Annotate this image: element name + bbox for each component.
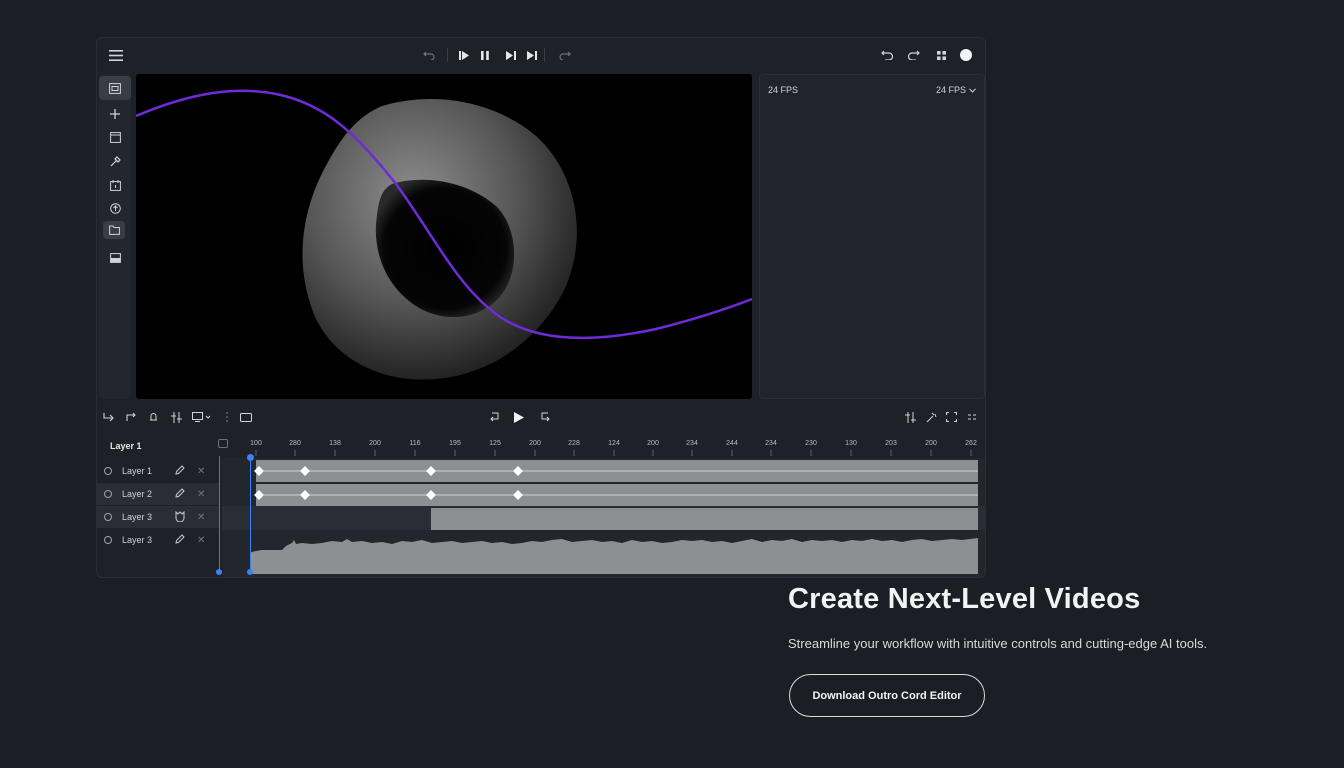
layers-scroll-handle[interactable] — [216, 569, 222, 575]
hero-subtitle: Streamline your workflow with intuitive … — [788, 636, 1208, 651]
close-icon[interactable]: ✕ — [197, 535, 205, 546]
add-icon[interactable] — [99, 102, 131, 126]
mask-icon[interactable] — [175, 510, 189, 524]
hero-title: Create Next-Level Videos — [788, 583, 1141, 615]
collapse-icon[interactable] — [964, 409, 980, 425]
keyframe-lines — [250, 470, 978, 574]
forward-icon[interactable] — [537, 409, 553, 425]
menu-icon[interactable] — [107, 47, 125, 63]
trim-icon[interactable] — [101, 409, 117, 425]
layer-name: Layer 1 — [122, 466, 153, 476]
equalizer-icon[interactable] — [902, 409, 918, 425]
playhead[interactable] — [250, 456, 251, 572]
eyedropper-icon[interactable] — [99, 149, 131, 173]
preview-scene — [136, 89, 752, 380]
layer-name: Layer 3 — [122, 512, 153, 522]
media-icon[interactable] — [99, 125, 131, 149]
screen-dropdown-icon[interactable] — [190, 409, 214, 425]
visibility-icon[interactable] — [104, 490, 112, 498]
edit-pencil-icon[interactable] — [175, 488, 189, 500]
loop-icon[interactable] — [123, 409, 139, 425]
record-dot-icon[interactable] — [958, 47, 974, 63]
layout-icon[interactable] — [99, 246, 131, 270]
skip-forward-icon[interactable] — [503, 47, 519, 63]
grid-icon[interactable] — [933, 47, 949, 63]
timeline-toolbar — [97, 404, 985, 432]
redo-icon[interactable] — [557, 47, 573, 63]
divider — [447, 48, 448, 62]
pause-icon[interactable] — [477, 47, 493, 63]
undo-icon[interactable] — [879, 47, 895, 63]
playhead-bottom-handle[interactable] — [247, 569, 253, 575]
timeline[interactable]: 100 280 138 200 116 195 125 200 228 124 … — [216, 436, 985, 577]
top-toolbar — [97, 38, 985, 72]
fps-label: 24 FPS — [768, 85, 799, 95]
magic-wand-icon[interactable] — [923, 409, 939, 425]
more-vertical-icon[interactable] — [223, 409, 231, 425]
play-icon[interactable] — [511, 408, 527, 426]
visibility-icon[interactable] — [104, 467, 112, 475]
calendar-clip-icon[interactable] — [99, 173, 131, 197]
visibility-icon[interactable] — [104, 513, 112, 521]
layer-row[interactable]: Layer 3 ✕ — [97, 506, 219, 528]
visibility-icon[interactable] — [104, 536, 112, 544]
layer-name: Layer 2 — [122, 489, 153, 499]
layer-row[interactable]: Layer 1 ✕ — [97, 460, 219, 482]
video-editor-window: 24 FPS 24 FPS Layer 1 Layer 1 ✕ Layer 2 … — [96, 37, 986, 578]
fullscreen-icon[interactable] — [943, 409, 959, 425]
undo-icon[interactable] — [421, 47, 437, 63]
layer-name: Layer 3 — [122, 535, 153, 545]
rewind-icon[interactable] — [486, 409, 502, 425]
fps-dropdown[interactable]: 24 FPS — [936, 85, 976, 95]
properties-panel: 24 FPS 24 FPS — [759, 74, 985, 399]
layer-row[interactable]: Layer 3 ✕ — [97, 529, 219, 551]
close-icon[interactable]: ✕ — [197, 512, 205, 523]
folder-icon[interactable] — [103, 221, 125, 239]
redo-icon[interactable] — [906, 47, 922, 63]
close-icon[interactable]: ✕ — [197, 466, 205, 477]
edit-pencil-icon[interactable] — [175, 465, 189, 477]
fps-value: 24 FPS — [935, 85, 966, 95]
audio-waveform[interactable] — [250, 538, 978, 574]
layers-title: Layer 1 — [110, 441, 142, 451]
caption-icon[interactable] — [238, 409, 254, 425]
close-icon[interactable]: ✕ — [197, 489, 205, 500]
layer-row[interactable]: Layer 2 ✕ — [97, 483, 219, 505]
adjust-icon[interactable] — [168, 409, 184, 425]
step-play-icon[interactable] — [456, 47, 472, 63]
playhead-handle[interactable] — [247, 454, 254, 461]
upload-circle-icon[interactable] — [99, 196, 131, 220]
download-button[interactable]: Download Outro Cord Editor — [789, 674, 985, 717]
layers-scroll-line[interactable] — [219, 456, 220, 572]
frame-tool-icon[interactable] — [99, 76, 131, 100]
edit-pencil-icon[interactable] — [175, 534, 189, 546]
skip-end-icon[interactable] — [524, 47, 540, 63]
preview-canvas[interactable] — [136, 74, 752, 399]
chevron-down-icon — [969, 87, 976, 93]
divider — [544, 48, 545, 62]
bell-icon[interactable] — [145, 409, 161, 425]
tool-sidebar — [99, 74, 131, 399]
